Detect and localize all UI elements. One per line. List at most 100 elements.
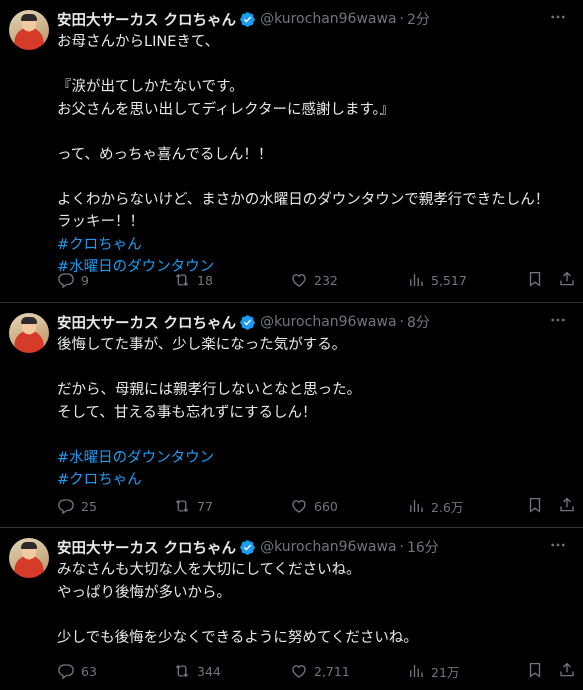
tweet-line: 後悔してた事が、少し楽になった気がする。 [57, 337, 347, 353]
retweet-count: 344 [197, 663, 221, 679]
author-handle[interactable]: @kurochan96wawa [260, 539, 396, 555]
separator: · [399, 11, 404, 27]
tweet-header: 安田大サーカス クロちゃん @kurochan96wawa · 2分 [57, 9, 543, 29]
timestamp[interactable]: 16分 [407, 537, 439, 557]
retweet-count: 77 [197, 498, 213, 514]
like-count: 660 [314, 498, 338, 514]
bookmark-button[interactable] [526, 661, 544, 683]
tweet-line: 少しでも後悔を少なくできるように努めてくださいね。 [57, 629, 418, 646]
verified-badge-icon [240, 11, 255, 27]
author-handle[interactable]: @kurochan96wawa [260, 314, 396, 330]
verified-badge-icon [240, 314, 255, 330]
bookmark-button[interactable] [526, 496, 544, 518]
tweet-actions: 63 344 2,711 21万 [57, 661, 574, 683]
reply-button[interactable]: 9 [57, 270, 89, 290]
reply-count: 9 [81, 272, 89, 288]
like-button[interactable]: 660 [290, 496, 338, 516]
more-options-icon[interactable] [547, 311, 569, 329]
share-icon [560, 497, 574, 512]
more-options-icon[interactable] [547, 536, 569, 554]
like-icon [292, 665, 306, 678]
tweet-text: お母さんからLINEきて、 『涙が出てしかたないです。 お父さんを思い出してディ… [57, 31, 569, 279]
like-button[interactable]: 232 [290, 270, 338, 290]
tweet-actions: 25 77 660 2.6万 [57, 496, 574, 518]
author-handle[interactable]: @kurochan96wawa [260, 11, 396, 27]
verified-badge-icon [240, 539, 255, 555]
author-name[interactable]: 安田大サーカス クロちゃん [57, 9, 236, 30]
tweet[interactable]: 安田大サーカス クロちゃん @kurochan96wawa · 2分 お母さんか… [0, 0, 583, 303]
like-count: 2,711 [314, 663, 350, 679]
timeline-feed: 安田大サーカス クロちゃん @kurochan96wawa · 2分 お母さんか… [0, 0, 583, 690]
retweet-button[interactable]: 18 [173, 270, 213, 290]
share-icon [560, 662, 574, 677]
tweet-line: みなさんも大切な人を大切にしてくださいね。 [57, 562, 361, 578]
timestamp[interactable]: 8分 [407, 312, 430, 332]
hashtag-link[interactable]: #水曜日のダウンタウン [57, 447, 569, 470]
tweet-line: って、めっちゃ喜んでるしん！！ [57, 146, 273, 163]
like-button[interactable]: 2,711 [290, 661, 350, 681]
views-count: 21万 [431, 664, 460, 680]
avatar[interactable] [9, 10, 49, 50]
bookmark-icon [529, 497, 541, 513]
views-count: 2.6万 [431, 499, 464, 515]
reply-button[interactable]: 63 [57, 661, 97, 681]
share-button[interactable] [558, 661, 576, 683]
avatar[interactable] [9, 538, 49, 578]
tweet-header: 安田大サーカス クロちゃん @kurochan96wawa · 8分 [57, 312, 543, 332]
separator: · [399, 314, 404, 330]
tweet-line: お父さんを思い出してディレクターに感謝します。』 [57, 101, 395, 118]
tweet-line: そして、甘える事も忘れずにするしん！ [57, 404, 317, 421]
author-name[interactable]: 安田大サーカス クロちゃん [57, 537, 236, 558]
tweet-line: お母さんからLINEきて、 [57, 34, 220, 50]
author-name[interactable]: 安田大サーカス クロちゃん [57, 312, 236, 333]
hashtag-link[interactable]: #クロちゃん [57, 469, 569, 492]
bookmark-icon [529, 271, 541, 287]
bookmark-button[interactable] [526, 270, 544, 292]
tweet-line: ラッキー！！ [57, 214, 144, 230]
avatar[interactable] [9, 313, 49, 353]
retweet-icon [175, 664, 189, 678]
views-count: 5,517 [431, 272, 467, 288]
more-options-icon[interactable] [547, 8, 569, 26]
reply-icon [58, 273, 74, 289]
retweet-button[interactable]: 344 [173, 661, 221, 681]
bookmark-icon [529, 662, 541, 678]
reply-icon [58, 664, 74, 680]
retweet-count: 18 [197, 272, 213, 288]
views-button[interactable]: 5,517 [407, 270, 467, 290]
tweet-line: よくわからないけど、まさかの水曜日のダウンタウンで親孝行できたしん！ [57, 191, 550, 208]
retweet-icon [175, 273, 189, 287]
tweet-text: 後悔してた事が、少し楽になった気がする。 だから、母親には親孝行しないとなと思っ… [57, 334, 569, 492]
tweet-line: 『涙が出てしかたないです。 [57, 79, 244, 95]
views-button[interactable]: 21万 [407, 661, 459, 681]
reply-count: 63 [81, 663, 97, 679]
tweet-actions: 9 18 232 5,517 [57, 270, 574, 292]
share-button[interactable] [558, 270, 576, 292]
reply-button[interactable]: 25 [57, 496, 97, 516]
tweet-text: みなさんも大切な人を大切にしてくださいね。 やっぱり後悔が多いから。 少しでも後… [57, 559, 569, 649]
views-button[interactable]: 2.6万 [407, 496, 463, 516]
share-button[interactable] [558, 496, 576, 518]
like-count: 232 [314, 272, 338, 288]
retweet-icon [175, 499, 189, 513]
timestamp[interactable]: 2分 [407, 9, 430, 29]
reply-icon [58, 499, 74, 515]
share-icon [560, 271, 574, 286]
hashtag-link[interactable]: #クロちゃん [57, 234, 569, 257]
views-icon [410, 274, 423, 286]
tweet-line: やっぱり後悔が多いから。 [57, 584, 231, 601]
tweet[interactable]: 安田大サーカス クロちゃん @kurochan96wawa · 16分 みなさん… [0, 528, 583, 690]
tweet-line: だから、母親には親孝行しないとなと思った。 [57, 382, 362, 398]
like-icon [292, 274, 306, 287]
tweet[interactable]: 安田大サーカス クロちゃん @kurochan96wawa · 8分 後悔してた… [0, 303, 583, 528]
tweet-header: 安田大サーカス クロちゃん @kurochan96wawa · 16分 [57, 537, 543, 557]
views-icon [410, 500, 423, 512]
retweet-button[interactable]: 77 [173, 496, 213, 516]
reply-count: 25 [81, 498, 97, 514]
